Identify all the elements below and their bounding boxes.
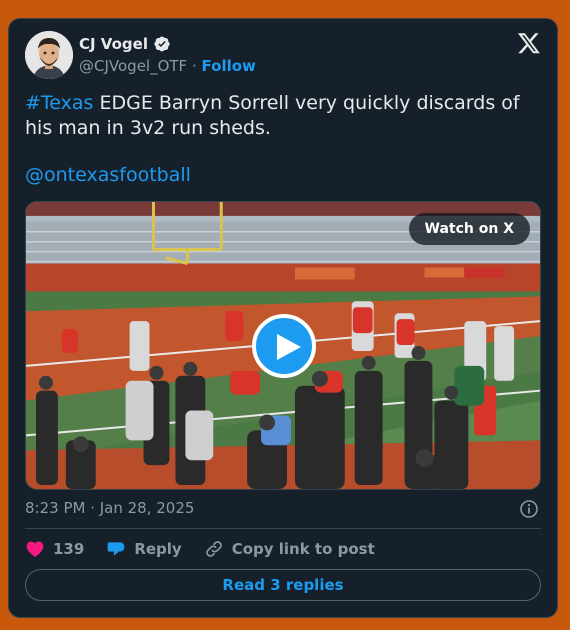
follow-link[interactable]: Follow	[202, 57, 256, 75]
play-button[interactable]	[252, 314, 316, 378]
hashtag-link[interactable]: #Texas	[25, 92, 93, 114]
play-icon	[277, 334, 301, 360]
copy-link-label: Copy link to post	[231, 540, 375, 558]
separator-dot: ·	[191, 57, 202, 75]
author-handle[interactable]: @CJVogel_OTF	[79, 57, 187, 75]
copy-link-button[interactable]: Copy link to post	[204, 539, 375, 559]
tweet-text: #Texas EDGE Barryn Sorrell very quickly …	[25, 91, 545, 188]
avatar[interactable]	[25, 31, 73, 79]
x-logo-icon[interactable]	[517, 31, 541, 55]
reply-label: Reply	[134, 540, 182, 558]
reply-button[interactable]: Reply	[106, 539, 182, 559]
action-bar: 139 Reply Copy link to post	[25, 539, 397, 559]
mention-link[interactable]: @ontexasfootball	[25, 164, 191, 186]
tweet-timestamp[interactable]: 8:23 PM · Jan 28, 2025	[25, 499, 194, 517]
tweet-body-text: EDGE Barryn Sorrell very quickly discard…	[25, 92, 520, 139]
author-name-row: CJ Vogel	[79, 35, 171, 53]
tweet-card: CJ Vogel @CJVogel_OTF · Follow #Texas ED…	[8, 18, 558, 618]
author-handle-row: @CJVogel_OTF · Follow	[79, 57, 256, 75]
read-replies-button[interactable]: Read 3 replies	[25, 569, 541, 601]
verified-badge-icon	[153, 35, 171, 53]
divider	[25, 528, 541, 529]
info-icon[interactable]	[519, 499, 539, 519]
watch-on-x-button[interactable]: Watch on X	[408, 213, 530, 245]
link-icon	[205, 541, 222, 557]
heart-icon	[26, 541, 44, 557]
reply-bubble-icon	[107, 542, 125, 556]
tweet-body: #Texas EDGE Barryn Sorrell very quickly …	[25, 91, 545, 141]
video-player[interactable]: Watch on X	[25, 201, 541, 490]
author-name[interactable]: CJ Vogel	[79, 35, 148, 53]
like-button[interactable]: 139	[25, 539, 84, 559]
like-count: 139	[53, 540, 85, 558]
